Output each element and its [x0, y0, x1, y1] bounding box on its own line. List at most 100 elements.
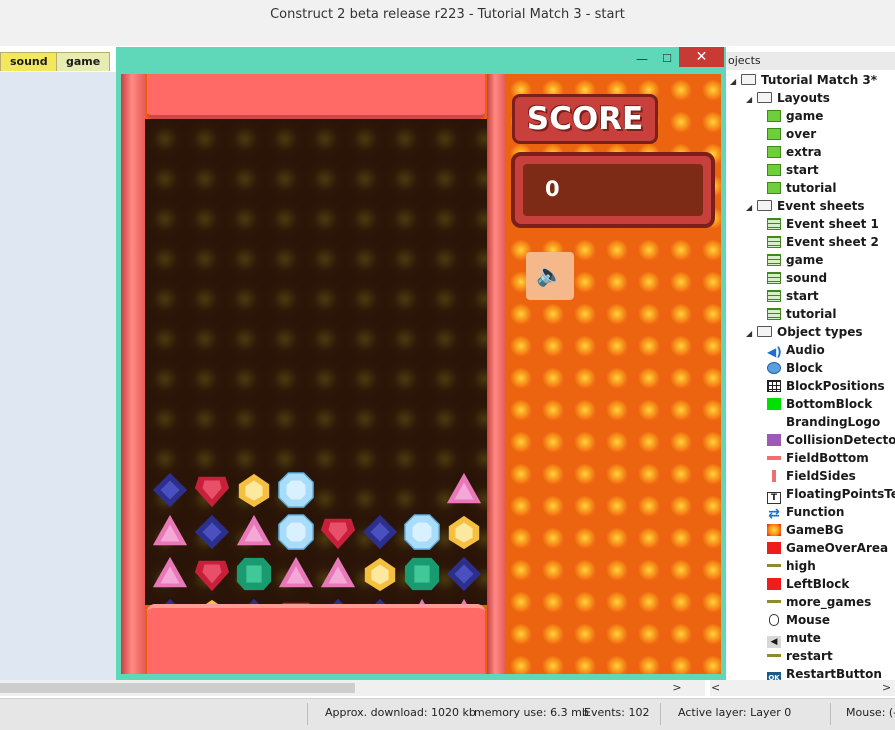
tree-item-object-type[interactable]: high — [767, 557, 816, 575]
tree-item-layout[interactable]: game — [767, 107, 823, 125]
status-separator — [307, 703, 308, 725]
blue-gem[interactable] — [445, 555, 483, 593]
tab-sound[interactable]: sound — [0, 52, 58, 71]
panel-horizontal-scrollbar[interactable] — [710, 680, 895, 696]
scroll-right-arrow-icon[interactable]: > — [670, 680, 684, 696]
expand-arrow-icon[interactable]: ◢ — [746, 325, 755, 343]
maximize-button[interactable]: ☐ — [659, 52, 675, 66]
tree-item-object-type[interactable]: GameBG — [767, 521, 844, 539]
tree-project-root[interactable]: ◢ Tutorial Match 3* — [730, 71, 877, 89]
layout-editor-area[interactable] — [0, 72, 118, 680]
tree-item-object-type[interactable]: more_games — [767, 593, 871, 611]
panel-scroll-left-arrow-icon[interactable]: < — [711, 680, 723, 696]
tree-item-object-type[interactable]: ⇄ Function — [767, 503, 844, 521]
pink-gem[interactable] — [151, 513, 189, 551]
blue-gem[interactable] — [361, 513, 399, 551]
blue-gem[interactable] — [151, 471, 189, 509]
layout-icon — [767, 164, 781, 176]
lightblue-gem[interactable] — [403, 513, 441, 551]
pink-bar-icon — [767, 456, 781, 460]
tree-item-event-sheet[interactable]: start — [767, 287, 819, 305]
red-gem[interactable] — [319, 513, 357, 551]
pink-gem[interactable] — [277, 555, 315, 593]
mute-button[interactable]: 🔈 — [526, 252, 574, 300]
tree-item-event-sheet[interactable]: Event sheet 2 — [767, 233, 879, 251]
tree-item-object-type[interactable]: FieldBottom — [767, 449, 869, 467]
status-mouse: Mouse: (- — [846, 706, 895, 719]
tree-item-layout[interactable]: tutorial — [767, 179, 837, 197]
speaker-icon: 🔈 — [536, 263, 564, 288]
preview-window: — ☐ ✕ SCORE 0 🔈 — [116, 47, 726, 680]
status-separator — [830, 703, 831, 725]
status-download: Approx. download: 1020 kb — [325, 706, 476, 719]
tree-item-object-type[interactable]: CollisionDetector — [767, 431, 895, 449]
red-gem[interactable] — [193, 555, 231, 593]
close-button[interactable]: ✕ — [679, 47, 724, 67]
minimize-button[interactable]: — — [634, 52, 650, 66]
tree-item-object-type[interactable]: FieldSides — [767, 467, 856, 485]
tree-item-object-type[interactable]: Mouse — [767, 611, 830, 629]
tree-item-object-type[interactable]: ◀) Audio — [767, 341, 825, 359]
tree-item-event-sheet[interactable]: Event sheet 1 — [767, 215, 879, 233]
red-square-icon — [767, 542, 781, 554]
window-title-bar: Construct 2 beta release r223 - Tutorial… — [0, 0, 895, 46]
green-gem[interactable] — [235, 555, 273, 593]
function-icon: ⇄ — [768, 506, 780, 522]
tree-folder-object-types[interactable]: ◢ Object types — [746, 323, 863, 341]
score-title: SCORE — [512, 94, 658, 144]
lightblue-gem[interactable] — [277, 471, 315, 509]
pink-gem[interactable] — [235, 513, 273, 551]
tree-item-object-type[interactable]: GameOverArea — [767, 539, 888, 557]
layout-tabs: sound game — [0, 52, 120, 72]
window-title: Construct 2 beta release r223 - Tutorial… — [270, 7, 625, 22]
event-sheet-icon — [767, 272, 781, 284]
folder-icon — [757, 200, 772, 211]
tree-item-object-type[interactable]: BrandingLogo — [767, 413, 880, 431]
tree-item-layout[interactable]: over — [767, 125, 816, 143]
tree-item-object-type[interactable]: ◀ mute — [767, 629, 821, 648]
event-sheet-icon — [767, 290, 781, 302]
blue-gem[interactable] — [193, 513, 231, 551]
pink-gem[interactable] — [319, 555, 357, 593]
layout-icon — [767, 110, 781, 122]
green-gem[interactable] — [403, 555, 441, 593]
pink-gem[interactable] — [151, 555, 189, 593]
tree-item-event-sheet[interactable]: game — [767, 251, 823, 269]
layout-icon — [767, 128, 781, 140]
event-sheet-icon — [767, 308, 781, 320]
field-left-side — [121, 74, 145, 674]
tree-folder-layouts[interactable]: ◢ Layouts — [746, 89, 830, 107]
panel-scroll-right-arrow-icon[interactable]: > — [882, 680, 894, 696]
folder-icon — [741, 74, 756, 85]
tree-item-object-type[interactable]: BottomBlock — [767, 395, 872, 413]
tree-folder-event-sheets[interactable]: ◢ Event sheets — [746, 197, 864, 215]
pink-gem[interactable] — [445, 471, 483, 509]
expand-arrow-icon[interactable]: ◢ — [730, 73, 739, 91]
grid-icon — [767, 380, 781, 392]
tab-game[interactable]: game — [56, 52, 111, 71]
lightblue-gem[interactable] — [277, 513, 315, 551]
scrollbar-thumb[interactable] — [0, 683, 355, 693]
tree-item-event-sheet[interactable]: tutorial — [767, 305, 837, 323]
score-display: 0 — [523, 164, 703, 216]
tree-item-event-sheet[interactable]: sound — [767, 269, 827, 287]
score-value: 0 — [545, 177, 560, 201]
tree-item-object-type[interactable]: BlockPositions — [767, 377, 885, 395]
expand-arrow-icon[interactable]: ◢ — [746, 199, 755, 217]
tree-item-object-type[interactable]: TFloatingPointsText — [767, 485, 895, 504]
yellow-gem[interactable] — [361, 555, 399, 593]
project-panel: ojects ◢ Tutorial Match 3* ◢ Layouts game ove… — [726, 52, 895, 684]
expand-arrow-icon[interactable]: ◢ — [746, 91, 755, 109]
tree-item-layout[interactable]: start — [767, 161, 819, 179]
tree-item-layout[interactable]: extra — [767, 143, 822, 161]
red-square-icon — [767, 578, 781, 590]
yellow-gem[interactable] — [445, 513, 483, 551]
game-canvas[interactable]: SCORE 0 🔈 — [121, 74, 721, 674]
tree-item-object-type[interactable]: restart — [767, 647, 833, 665]
yellow-gem[interactable] — [235, 471, 273, 509]
line-icon — [767, 564, 781, 567]
block-icon — [767, 362, 781, 374]
tree-item-object-type[interactable]: LeftBlock — [767, 575, 849, 593]
tree-item-object-type[interactable]: Block — [767, 359, 823, 377]
red-gem[interactable] — [193, 471, 231, 509]
